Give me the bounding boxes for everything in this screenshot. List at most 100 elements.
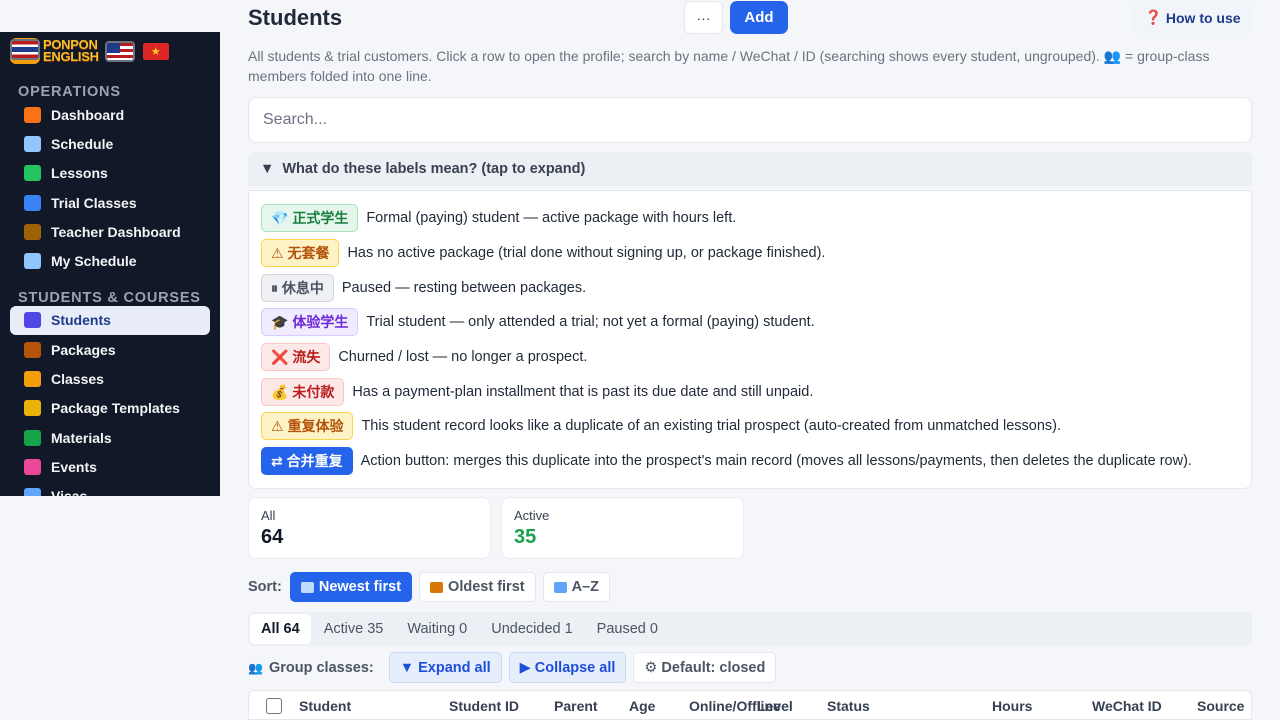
scroll-icon (430, 581, 444, 593)
books-icon (24, 429, 41, 446)
house-icon (24, 106, 41, 123)
sidebar-item-materials[interactable]: Materials (0, 423, 210, 452)
sidebar-item-package-templates[interactable]: Package Templates (0, 394, 210, 423)
sidebar-item-label: Packages (51, 341, 116, 358)
sidebar-section-title: OPERATIONS (18, 84, 121, 100)
folder-icon (24, 400, 41, 417)
collapse-all-button[interactable]: ▶ Collapse all (508, 652, 627, 683)
sidebar-item-label: Schedule (51, 135, 114, 152)
page-description: All students & trial customers. Click a … (248, 48, 1210, 84)
sidebar-section-title: STUDENTS & COURSES (18, 289, 201, 306)
sidebar-item-label: Classes (51, 371, 104, 388)
check-box-icon (24, 165, 41, 182)
tab-active-35[interactable]: Active 35 (313, 614, 395, 644)
logo-text: PONPON ENGLISH (43, 37, 99, 64)
thailand-flag-icon[interactable] (10, 39, 40, 60)
vietnam-flag-icon[interactable]: ★ (140, 40, 171, 62)
sort-newest-first-button[interactable]: Newest first (289, 572, 413, 602)
legend-row: ⚠ 重复体验 This student record looks like a d… (249, 409, 1251, 444)
page-title: Students (248, 5, 343, 30)
add-button[interactable]: Add (730, 1, 788, 34)
stat-label: All (261, 508, 276, 523)
tab-paused-0[interactable]: Paused 0 (586, 614, 669, 644)
legend-description: Formal (paying) student — active package… (366, 210, 737, 227)
column-header-age[interactable]: Age (629, 698, 655, 714)
stat-card-active: Active 35 (501, 497, 744, 559)
legend-row: 💎 正式学生 Formal (paying) student — active p… (249, 201, 1251, 236)
expand-all-button[interactable]: ▼ Expand all (388, 652, 502, 683)
group-classes-bar: 👥 Group classes: ▼ Expand all ▶ Collapse… (248, 652, 777, 683)
sidebar-item-students[interactable]: Students (10, 305, 210, 336)
tab-all-64[interactable]: All 64 (250, 614, 311, 644)
legend-description: This student record looks like a duplica… (361, 418, 1062, 435)
sort-option-label: A–Z (571, 579, 599, 595)
sidebar-item-my-schedule[interactable]: My Schedule (0, 246, 210, 275)
sidebar-item-trial-classes[interactable]: Trial Classes (0, 188, 210, 217)
sidebar-item-label: Dashboard (51, 106, 125, 123)
status-badge: ❌ 流失 (261, 343, 331, 372)
sidebar-item-label: Package Templates (51, 400, 180, 417)
sidebar-item-label: Events (51, 458, 97, 475)
legend-description: Churned / lost — no longer a prospect. (338, 349, 588, 366)
triangle-down-icon: ▼ (260, 161, 275, 177)
sidebar-item-lessons[interactable]: Lessons (0, 159, 210, 188)
teacher-icon (24, 223, 41, 240)
package-icon (24, 341, 41, 358)
status-badge: ⏸ 休息中 (261, 273, 334, 302)
column-header-status[interactable]: Status (827, 698, 870, 714)
legend-description: Paused — resting between packages. (341, 279, 587, 296)
sidebar-item-label: Visas (51, 488, 87, 496)
sidebar-item-label: Students (51, 312, 111, 329)
sort-option-label: Oldest first (448, 579, 525, 595)
legend-toggle[interactable]: ▼ What do these labels mean? (tap to exp… (248, 152, 1252, 186)
sidebar-item-dashboard[interactable]: Dashboard (0, 100, 210, 129)
calendar-icon (24, 135, 41, 152)
column-header-source[interactable]: Source (1197, 698, 1244, 714)
sort-oldest-first-button[interactable]: Oldest first (419, 572, 536, 602)
sidebar-item-visas[interactable]: Visas (0, 482, 210, 496)
how-to-use-label: How to use (1165, 9, 1241, 26)
us-flag-icon[interactable] (104, 40, 135, 62)
sidebar-item-teacher-dashboard[interactable]: Teacher Dashboard (0, 217, 210, 246)
column-header-parent[interactable]: Parent (554, 698, 598, 714)
column-header-student[interactable]: Student (299, 698, 351, 714)
default-closed-button[interactable]: ⚙ Default: closed (633, 652, 777, 683)
column-header-wechat-id[interactable]: WeChat ID (1092, 698, 1162, 714)
status-badge: 💰 未付款 (261, 377, 345, 406)
sidebar-item-events[interactable]: Events (0, 452, 210, 481)
legend-description: Has no active package (trial done withou… (347, 245, 826, 262)
sidebar-item-classes[interactable]: Classes (0, 364, 210, 393)
column-header-level[interactable]: Level (757, 698, 793, 714)
sort-a-z-button[interactable]: A–Z (542, 572, 610, 602)
tab-waiting-0[interactable]: Waiting 0 (396, 614, 478, 644)
column-header-hours[interactable]: Hours (992, 698, 1032, 714)
tab-undecided-1[interactable]: Undecided 1 (480, 614, 583, 644)
sidebar-item-label: Materials (51, 429, 112, 446)
more-button[interactable]: ··· (684, 1, 723, 34)
sidebar-item-schedule[interactable]: Schedule (0, 129, 210, 158)
table-header: Student Student ID Parent Age Online/Offline… (248, 690, 1252, 720)
legend-description: Action button: merges this duplicate int… (360, 453, 1192, 470)
legend-row: ⇄ 合并重复 Action button: merges this duplica… (249, 444, 1251, 479)
legend-description: Trial student — only attended a trial; n… (366, 314, 815, 331)
sidebar: PONPON ENGLISH ★ OPERATIONS Dashboard Sche… (0, 32, 220, 496)
group-classes-text: Group classes: (268, 659, 374, 676)
legend-row: ⏸ 休息中 Paused — resting between packages. (249, 270, 1251, 305)
legend-row: ❌ 流失 Churned / lost — no longer a prospec… (249, 340, 1251, 375)
stat-label: Active (514, 508, 550, 523)
legend-description: Has a payment-plan installment that is p… (352, 383, 814, 400)
sidebar-item-packages[interactable]: Packages (0, 335, 210, 364)
sort-bar: Sort: Newest first Oldest first A–Z (248, 572, 610, 602)
sidebar-item-label: Teacher Dashboard (51, 223, 181, 240)
sidebar-item-label: Lessons (51, 165, 108, 182)
how-to-use-button[interactable]: ❓ How to use (1133, 1, 1252, 34)
search-input[interactable] (248, 97, 1252, 143)
status-badge[interactable]: ⇄ 合并重复 (261, 447, 353, 476)
legend-row: 💰 未付款 Has a payment-plan installment that… (249, 374, 1251, 409)
legend-row: 🎓 体验学生 Trial student — only attended a tr… (249, 305, 1251, 340)
column-header-student-id[interactable]: Student ID (449, 698, 519, 714)
legend-panel: 💎 正式学生 Formal (paying) student — active p… (248, 190, 1252, 489)
ticket-icon (24, 458, 41, 475)
select-all-checkbox[interactable] (266, 698, 282, 714)
status-badge: ⚠ 无套餐 (261, 239, 340, 268)
